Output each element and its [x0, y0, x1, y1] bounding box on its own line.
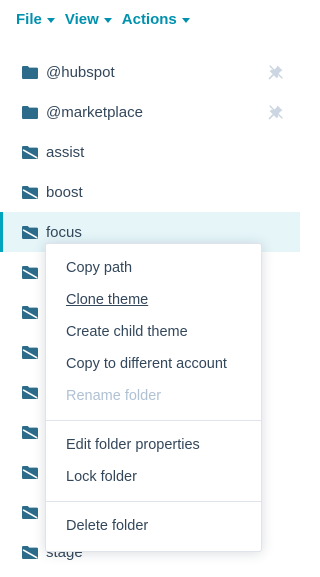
- view-menu[interactable]: View: [65, 11, 112, 28]
- copy-to-different-account-menu-item[interactable]: Copy to different account: [46, 348, 261, 380]
- theme-folder-icon: [22, 305, 38, 319]
- folder-row[interactable]: @hubspot: [0, 52, 300, 92]
- folder-label: assist: [46, 143, 85, 161]
- selection-indicator: [0, 212, 3, 252]
- theme-folder-icon: [22, 505, 38, 519]
- menu-divider: [46, 420, 261, 421]
- theme-folder-icon: [22, 145, 38, 159]
- copy-path-menu-item[interactable]: Copy path: [46, 252, 261, 284]
- theme-folder-icon: [22, 425, 38, 439]
- unpin-icon[interactable]: [268, 64, 284, 80]
- caret-down-icon: [46, 18, 55, 23]
- theme-folder-icon: [22, 465, 38, 479]
- menu-divider: [46, 501, 261, 502]
- file-menu-label: File: [16, 11, 42, 28]
- folder-label: focus: [46, 223, 82, 241]
- file-menu[interactable]: File: [16, 11, 55, 28]
- file-manager-panel: File View Actions @hubspot @marketplace as…: [0, 0, 300, 577]
- rename-folder-menu-item: Rename folder: [66, 388, 162, 404]
- folder-label: @marketplace: [46, 103, 143, 121]
- folder-label: @hubspot: [46, 63, 115, 81]
- edit-folder-properties-menu-item[interactable]: Edit folder properties: [46, 429, 261, 461]
- actions-menu[interactable]: Actions: [122, 11, 190, 28]
- folder-icon: [22, 65, 38, 79]
- clone-theme-menu-item[interactable]: Clone theme: [46, 284, 261, 316]
- folder-row[interactable]: boost: [0, 172, 300, 212]
- menu-bar: File View Actions: [16, 11, 190, 28]
- folder-row[interactable]: @marketplace: [0, 92, 300, 132]
- unpin-icon[interactable]: [268, 104, 284, 120]
- theme-folder-icon: [22, 225, 38, 239]
- folder-label: boost: [46, 183, 83, 201]
- folder-icon: [22, 105, 38, 119]
- theme-folder-icon: [22, 265, 38, 279]
- folder-row[interactable]: assist: [0, 132, 300, 172]
- theme-folder-icon: [22, 345, 38, 359]
- delete-folder-menu-item[interactable]: Delete folder: [46, 510, 261, 542]
- create-child-theme-menu-item[interactable]: Create child theme: [46, 316, 261, 348]
- theme-folder-icon: [22, 185, 38, 199]
- view-menu-label: View: [64, 11, 99, 28]
- caret-down-icon: [181, 18, 190, 23]
- lock-folder-menu-item[interactable]: Lock folder: [46, 461, 261, 493]
- caret-down-icon: [103, 18, 112, 23]
- theme-folder-icon: [22, 545, 38, 559]
- theme-folder-icon: [22, 385, 38, 399]
- folder-context-menu: Copy path Clone theme Create child theme…: [45, 243, 262, 552]
- actions-menu-label: Actions: [121, 11, 177, 28]
